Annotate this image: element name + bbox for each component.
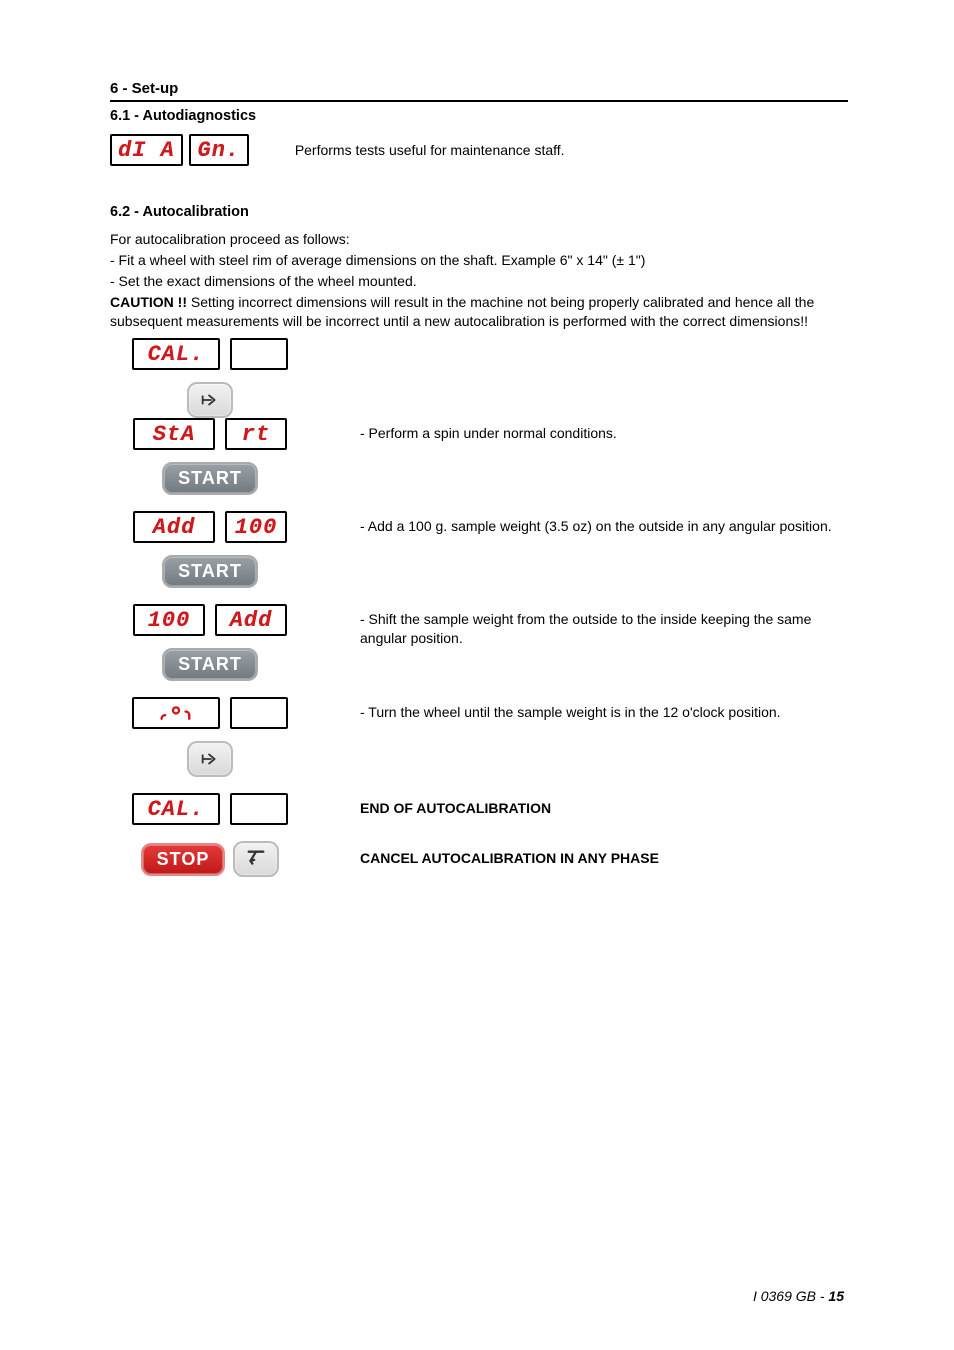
hundredadd-left-box: 100 <box>133 604 205 636</box>
section-6-title: 6 - Set-up <box>110 80 848 97</box>
arrow-right-icon <box>199 748 221 770</box>
display-left-box: dI A <box>110 134 183 166</box>
hundredadd-left-text: 100 <box>148 610 191 632</box>
add100-display: Add 100 <box>133 511 287 543</box>
rotate-description: - Turn the wheel until the sample weight… <box>360 697 848 722</box>
rotate-glyph-icon <box>158 705 194 723</box>
hundredadd-display: 100 Add <box>133 604 287 636</box>
add100-description: - Add a 100 g. sample weight (3.5 oz) on… <box>360 511 848 536</box>
section-6-2-title: 6.2 - Autocalibration <box>110 204 848 220</box>
arrow-back-icon <box>245 848 267 870</box>
hundredadd-right-box: Add <box>215 604 287 636</box>
spin-description: - Perform a spin under normal conditions… <box>360 418 848 443</box>
start-button-1[interactable]: START <box>162 462 258 495</box>
spin-display: StA rt <box>133 418 287 450</box>
cal-top-display: CAL. <box>132 338 288 370</box>
display-right-text: Gn. <box>198 140 241 162</box>
hundredadd-description: - Shift the sample weight from the outsi… <box>360 604 848 648</box>
page-footer: I 0369 GB - 15 <box>753 1288 844 1304</box>
proceed-icon-button-2[interactable] <box>187 741 233 777</box>
caution-label: CAUTION !! <box>110 294 187 310</box>
proceed-icon-button[interactable] <box>187 382 233 418</box>
add100-left-box: Add <box>133 511 215 543</box>
autocal-caution: CAUTION !! Setting incorrect dimensions … <box>110 293 848 331</box>
cancel-description: CANCEL AUTOCALIBRATION IN ANY PHASE <box>360 841 848 868</box>
rotate-left-box <box>132 697 220 729</box>
rotate-right-box <box>230 697 288 729</box>
start-button-1-label: START <box>178 468 242 489</box>
stop-button-label: STOP <box>157 849 210 870</box>
caution-text: Setting incorrect dimensions will result… <box>110 294 814 329</box>
cal-top-left-text: CAL. <box>148 344 205 366</box>
rotate-left-glyph <box>158 705 194 723</box>
cal-top-left-box: CAL. <box>132 338 220 370</box>
cal-top-right-box <box>230 338 288 370</box>
cal-end-description: END OF AUTOCALIBRATION <box>360 793 848 818</box>
footer-doc: I 0369 GB - <box>753 1288 828 1304</box>
autocal-intro-1: For autocalibration proceed as follows: <box>110 230 848 249</box>
section-6-1-title: 6.1 - Autodiagnostics <box>110 108 848 124</box>
spin-left-text: StA <box>153 424 196 446</box>
display-left-text: dI A <box>118 140 175 162</box>
spin-right-text: rt <box>242 424 270 446</box>
hundredadd-right-text: Add <box>230 610 273 632</box>
autodiagnostics-description: Performs tests useful for maintenance st… <box>295 141 565 160</box>
start-button-2-label: START <box>178 561 242 582</box>
start-button-3[interactable]: START <box>162 648 258 681</box>
spin-left-box: StA <box>133 418 215 450</box>
autocal-intro-2: - Fit a wheel with steel rim of average … <box>110 251 848 270</box>
autodiagnostics-row: dI A Gn. Performs tests useful for maint… <box>110 134 848 166</box>
spin-right-box: rt <box>225 418 287 450</box>
cal-end-left-text: CAL. <box>148 799 205 821</box>
add100-right-text: 100 <box>235 517 278 539</box>
add100-right-box: 100 <box>225 511 287 543</box>
start-button-3-label: START <box>178 654 242 675</box>
section-divider <box>110 100 848 102</box>
stop-button[interactable]: STOP <box>141 843 226 876</box>
back-icon-button[interactable] <box>233 841 279 877</box>
arrow-right-icon <box>199 389 221 411</box>
start-button-2[interactable]: START <box>162 555 258 588</box>
cal-end-display: CAL. <box>132 793 288 825</box>
display-right-box: Gn. <box>189 134 249 166</box>
autocal-intro-3: - Set the exact dimensions of the wheel … <box>110 272 848 291</box>
cal-end-right-box <box>230 793 288 825</box>
add100-left-text: Add <box>153 517 196 539</box>
rotate-display <box>132 697 288 729</box>
autodiagnostics-display: dI A Gn. <box>110 134 249 166</box>
footer-page: 15 <box>828 1288 844 1304</box>
cal-end-left-box: CAL. <box>132 793 220 825</box>
